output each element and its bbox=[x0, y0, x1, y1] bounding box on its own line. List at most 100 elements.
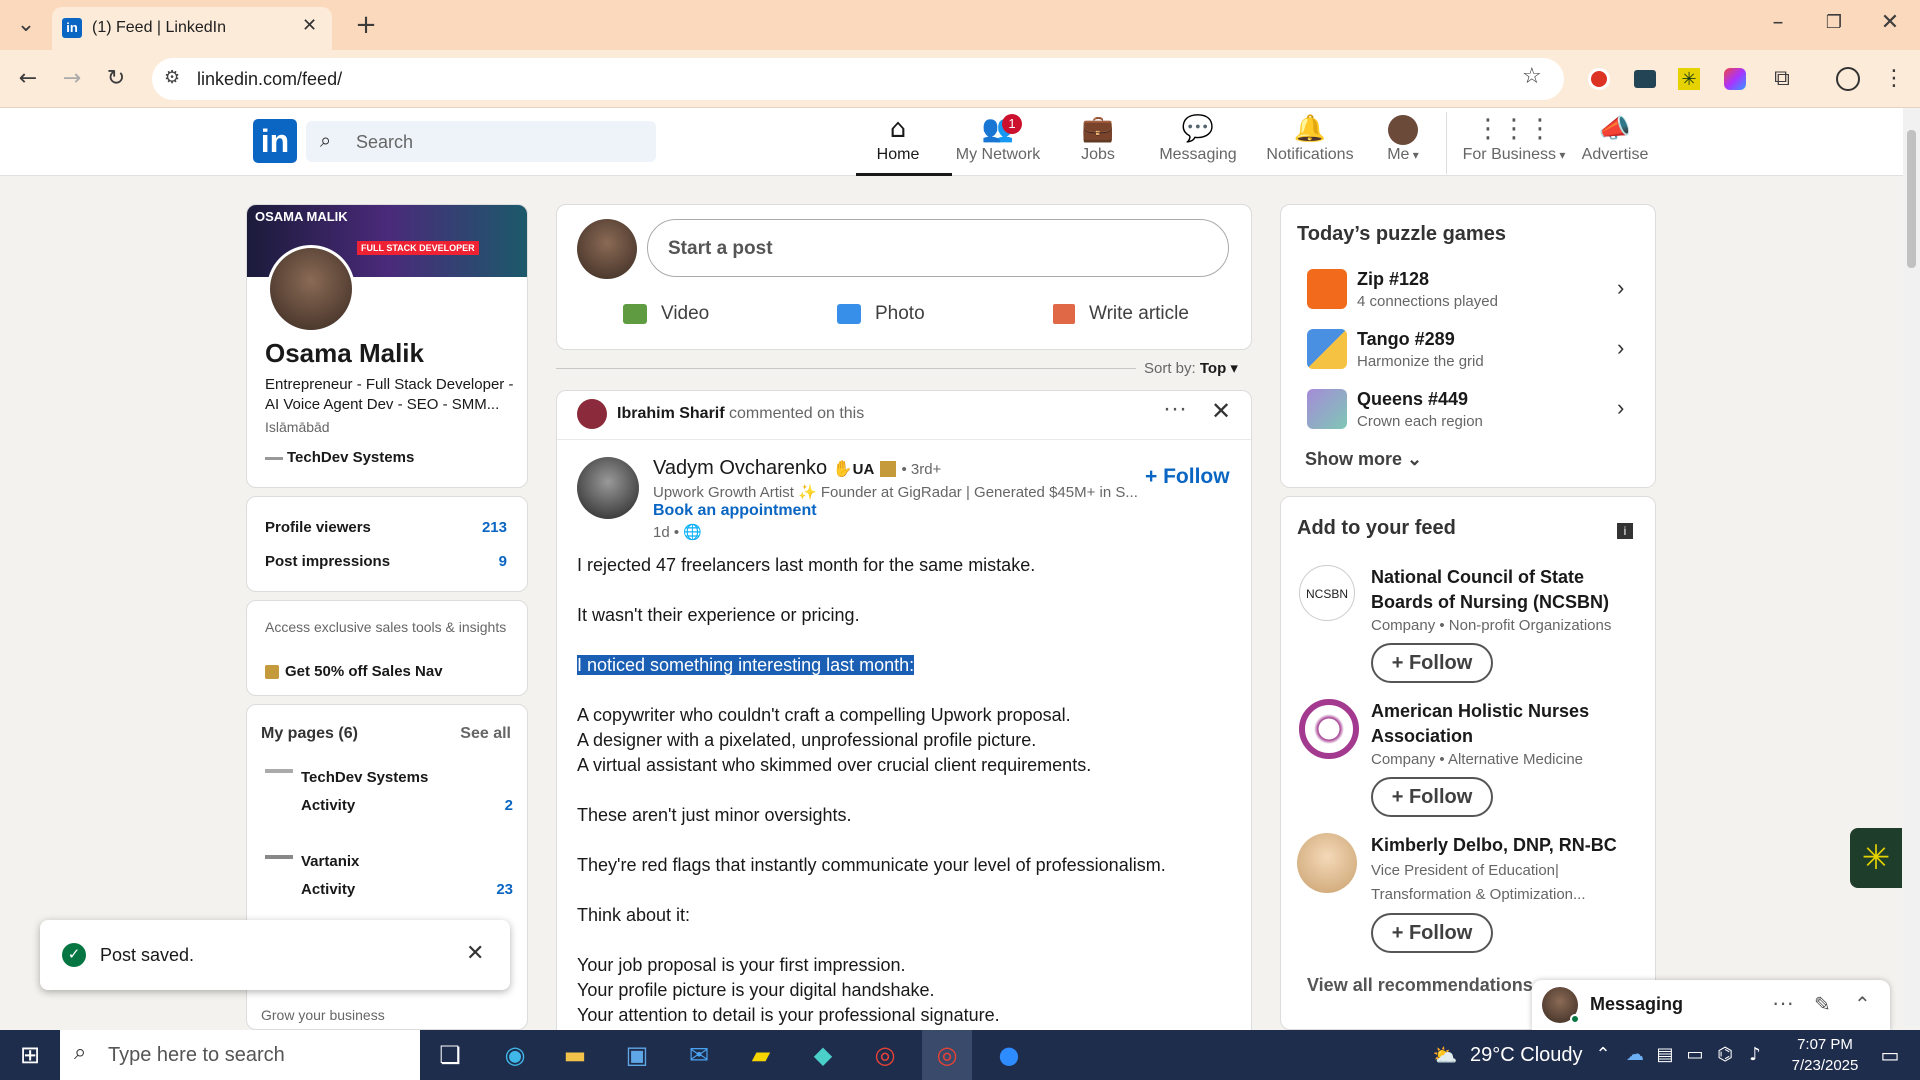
minimize-icon[interactable]: – bbox=[1762, 8, 1794, 38]
sticky-notes-icon[interactable]: ▰ bbox=[738, 1030, 784, 1080]
taskbar-search-input[interactable]: ⌕ Type here to search bbox=[60, 1030, 420, 1080]
tray-app-icon[interactable]: ▤ bbox=[1650, 1030, 1680, 1080]
composer-avatar[interactable] bbox=[577, 219, 637, 279]
extension-color-icon[interactable] bbox=[1724, 68, 1746, 90]
nav-for-business[interactable]: ⋮⋮⋮ For Business ▾ bbox=[1458, 112, 1570, 174]
extension-pokeball-icon[interactable] bbox=[1588, 68, 1610, 90]
puzzle-name[interactable]: Queens #449 bbox=[1357, 389, 1468, 410]
new-tab-icon[interactable]: + bbox=[350, 10, 382, 40]
close-tab-icon[interactable]: ✕ bbox=[302, 15, 317, 36]
zoom-icon[interactable]: ● bbox=[986, 1030, 1032, 1080]
commenter-avatar[interactable] bbox=[577, 399, 607, 429]
commenter-name[interactable]: Ibrahim Sharif bbox=[617, 405, 725, 422]
info-icon[interactable]: i bbox=[1617, 523, 1633, 539]
puzzle-name[interactable]: Zip #128 bbox=[1357, 269, 1429, 290]
photo-action[interactable]: Photo bbox=[837, 303, 925, 325]
ahna-logo-icon[interactable] bbox=[1299, 699, 1359, 759]
suggestion-name[interactable]: Kimberly Delbo, DNP, RN-BC bbox=[1371, 833, 1641, 858]
chevron-up-icon[interactable]: ⌃ bbox=[1588, 1030, 1618, 1080]
search-input[interactable]: ⌕ Search bbox=[306, 121, 656, 162]
nav-jobs[interactable]: 💼 Jobs bbox=[1068, 112, 1128, 174]
chevron-right-icon[interactable]: › bbox=[1617, 395, 1624, 421]
page-scrollbar[interactable] bbox=[1903, 108, 1920, 1026]
follow-author-button[interactable]: + Follow bbox=[1145, 465, 1230, 489]
file-explorer-icon[interactable]: ▬ bbox=[552, 1030, 598, 1080]
follow-button[interactable]: + Follow bbox=[1371, 643, 1493, 683]
stat-label[interactable]: Profile viewers bbox=[265, 519, 371, 536]
scrollbar-thumb[interactable] bbox=[1907, 130, 1916, 268]
browser-menu-icon[interactable]: ⋮ bbox=[1878, 64, 1910, 94]
author-name[interactable]: Vadym Ovcharenko bbox=[653, 457, 827, 479]
suggestion-name[interactable]: National Council of State Boards of Nurs… bbox=[1371, 565, 1641, 615]
chrome-active-icon[interactable]: ◎ bbox=[922, 1030, 972, 1080]
more-options-icon[interactable]: ··· bbox=[1163, 395, 1187, 423]
nav-advertise[interactable]: 📣 Advertise bbox=[1580, 112, 1650, 174]
linkedin-logo-icon[interactable]: in bbox=[253, 119, 297, 163]
browser-tab[interactable]: in (1) Feed | LinkedIn ✕ bbox=[52, 7, 332, 50]
edge-icon[interactable]: ◉ bbox=[492, 1030, 538, 1080]
queens-game-icon[interactable] bbox=[1307, 389, 1347, 429]
more-options-icon[interactable]: ··· bbox=[1772, 990, 1794, 1016]
view-all-recommendations-link[interactable]: View all recommendations → bbox=[1307, 975, 1556, 996]
weather-text[interactable]: 29°C Cloudy bbox=[1470, 1044, 1583, 1067]
tango-game-icon[interactable] bbox=[1307, 329, 1347, 369]
chevron-right-icon[interactable]: › bbox=[1617, 275, 1624, 301]
start-post-button[interactable]: Start a post bbox=[647, 219, 1229, 277]
battery-icon[interactable]: ▭ bbox=[1680, 1030, 1710, 1080]
chevron-up-icon[interactable]: ⌃ bbox=[1854, 992, 1871, 1017]
tab-search-icon[interactable]: ⌄ bbox=[10, 10, 42, 40]
page-name[interactable]: Vartanix bbox=[301, 853, 359, 870]
store-icon[interactable]: ▣ bbox=[614, 1030, 660, 1080]
extension-card-icon[interactable] bbox=[1634, 70, 1656, 88]
messaging-bar[interactable]: Messaging ··· ✎ ⌃ bbox=[1532, 980, 1890, 1030]
write-article-action[interactable]: Write article bbox=[1053, 303, 1189, 325]
nav-my-network[interactable]: 👥 My Network 1 bbox=[946, 112, 1050, 174]
extension-star-icon[interactable]: ✳ bbox=[1678, 68, 1700, 90]
premium-link[interactable]: Get 50% off Sales Nav bbox=[265, 663, 443, 680]
nav-notifications[interactable]: 🔔 Notifications bbox=[1250, 112, 1370, 174]
author-avatar[interactable] bbox=[577, 457, 639, 519]
stat-label[interactable]: Post impressions bbox=[265, 553, 390, 570]
reload-icon[interactable]: ↻ bbox=[100, 64, 132, 94]
mail-icon[interactable]: ✉ bbox=[676, 1030, 722, 1080]
nav-home[interactable]: ⌂ Home bbox=[856, 112, 952, 176]
windows-start-icon[interactable]: ⊞ bbox=[0, 1030, 60, 1080]
video-action[interactable]: Video bbox=[623, 303, 709, 325]
puzzle-name[interactable]: Tango #289 bbox=[1357, 329, 1455, 350]
back-icon[interactable]: ← bbox=[12, 64, 44, 94]
follow-button[interactable]: + Follow bbox=[1371, 913, 1493, 953]
ncsbn-logo-icon[interactable]: NCSBN bbox=[1299, 565, 1355, 621]
sort-dropdown[interactable]: Sort by: Top ▾ bbox=[1144, 359, 1238, 377]
stat-value[interactable]: 9 bbox=[499, 553, 507, 570]
suggestion-name[interactable]: American Holistic Nurses Association bbox=[1371, 699, 1641, 749]
profile-name[interactable]: Osama Malik bbox=[265, 338, 424, 369]
app-diamond-icon[interactable]: ◆ bbox=[800, 1030, 846, 1080]
page-activity-count[interactable]: 2 bbox=[505, 797, 513, 814]
taskbar-clock[interactable]: 7:07 PM 7/23/2025 bbox=[1782, 1034, 1868, 1076]
nav-me[interactable]: Me ▾ bbox=[1378, 112, 1428, 174]
compose-message-icon[interactable]: ✎ bbox=[1814, 992, 1831, 1017]
extensions-puzzle-icon[interactable]: ⧉ bbox=[1766, 64, 1798, 94]
show-more-button[interactable]: Show more ⌄ bbox=[1305, 449, 1422, 470]
task-view-icon[interactable]: ❏ bbox=[430, 1030, 470, 1080]
stat-value[interactable]: 213 bbox=[482, 519, 507, 536]
page-activity-count[interactable]: 23 bbox=[496, 881, 513, 898]
chrome-icon[interactable]: ◎ bbox=[862, 1030, 908, 1080]
person-avatar[interactable] bbox=[1297, 833, 1357, 893]
action-center-icon[interactable]: ▭ bbox=[1870, 1030, 1910, 1080]
dismiss-post-icon[interactable]: ✕ bbox=[1211, 397, 1231, 426]
page-name[interactable]: TechDev Systems bbox=[301, 769, 428, 786]
profile-avatar[interactable] bbox=[267, 245, 355, 333]
forward-icon[interactable]: → bbox=[56, 64, 88, 94]
chevron-right-icon[interactable]: › bbox=[1617, 335, 1624, 361]
grow-business-link[interactable]: Grow your business bbox=[261, 1007, 385, 1023]
follow-button[interactable]: + Follow bbox=[1371, 777, 1493, 817]
nav-messaging[interactable]: 💬 Messaging bbox=[1154, 112, 1242, 174]
volume-icon[interactable]: ♪ bbox=[1740, 1030, 1770, 1080]
profile-icon[interactable] bbox=[1836, 67, 1860, 91]
bookmark-star-icon[interactable]: ☆ bbox=[1522, 64, 1542, 89]
book-appointment-link[interactable]: Book an appointment bbox=[653, 502, 817, 520]
site-info-icon[interactable]: ⚙ bbox=[164, 67, 180, 88]
toast-close-icon[interactable]: ✕ bbox=[466, 940, 484, 966]
onedrive-icon[interactable]: ☁ bbox=[1620, 1030, 1650, 1080]
